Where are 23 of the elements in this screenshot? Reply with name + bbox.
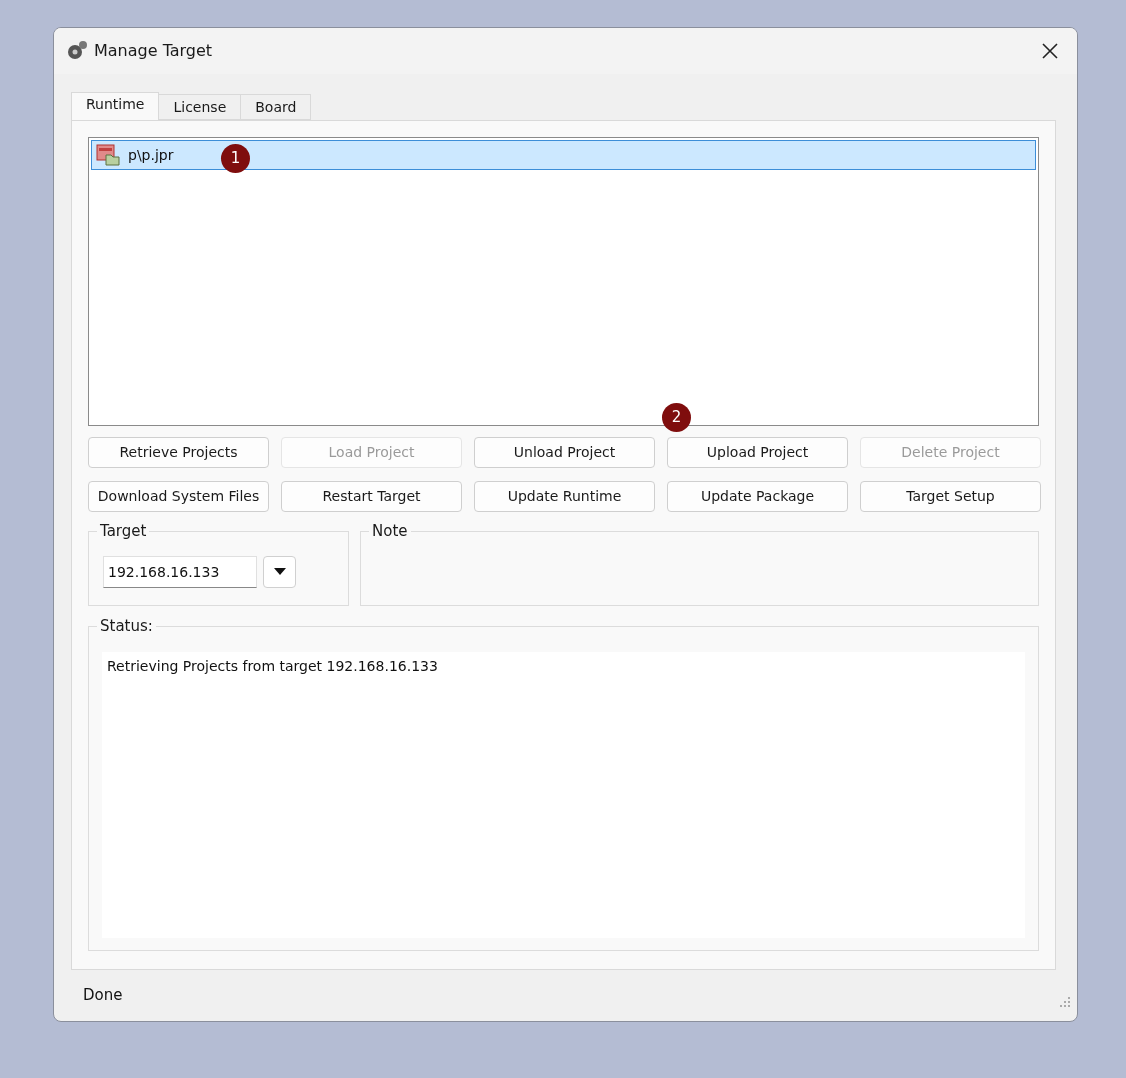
tab[interactable]: License (158, 93, 242, 120)
action-button[interactable]: Update Runtime (474, 480, 655, 512)
tab[interactable]: Board (240, 93, 312, 120)
action-button[interactable]: Unload Project (474, 436, 655, 468)
group-title: Target (97, 521, 150, 540)
caret-icon (273, 567, 286, 576)
close-icon (1041, 41, 1059, 60)
status-log: Retrieving Projects from target 192.168.16.133 (102, 651, 1025, 938)
status-bar-text: Done (83, 986, 123, 1005)
resize-grip-icon (1059, 996, 1071, 1009)
target-address-field[interactable]: 192.168.16.133 (103, 555, 257, 588)
project-name: p\p.jpr (128, 146, 174, 163)
dropdown-button[interactable] (263, 555, 296, 588)
action-button[interactable]: Target Setup (860, 480, 1041, 512)
action-button[interactable]: Update Package (667, 480, 848, 512)
tab[interactable]: Runtime (71, 91, 160, 120)
action-button[interactable]: Retrieve Projects (88, 436, 269, 468)
action-button[interactable]: Restart Target (281, 480, 462, 512)
action-button[interactable]: Download System Files (88, 480, 269, 512)
action-button[interactable]: Upload Project (667, 436, 848, 468)
project-file-icon (96, 143, 120, 166)
window-title: Manage Target (94, 41, 214, 61)
gear-icon (66, 39, 88, 62)
